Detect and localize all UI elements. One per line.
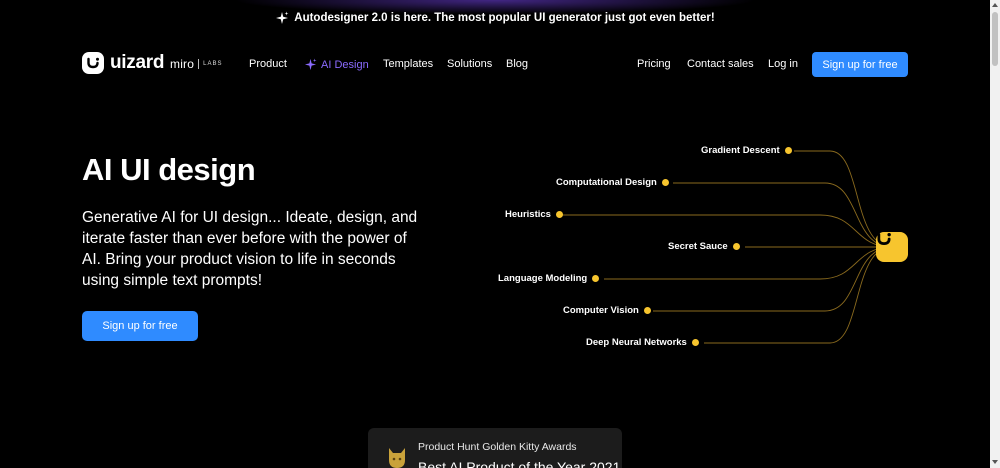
node-label: Computational Design: [556, 177, 657, 188]
diagram-node: Gradient Descent: [701, 145, 792, 156]
nav-signup-button[interactable]: Sign up for free: [812, 52, 908, 77]
partner-divider: [198, 59, 200, 69]
node-label: Heuristics: [505, 209, 551, 220]
partner-suffix: LABS: [203, 61, 223, 67]
nav-link-blog[interactable]: Blog: [506, 58, 528, 70]
uizard-hub-icon: [876, 232, 908, 262]
node-dot: [592, 275, 600, 282]
node-dot: [732, 243, 740, 250]
uizard-logo-icon: [82, 52, 104, 74]
announcement-bar[interactable]: Autodesigner 2.0 is here. The most popul…: [0, 0, 990, 36]
hero-signup-button[interactable]: Sign up for free: [82, 311, 198, 341]
connector-line: [604, 246, 893, 280]
ai-capabilities-diagram: Gradient Descent Computational Design He…: [480, 130, 930, 360]
partner-name: miro: [170, 57, 195, 71]
award-title: Product Hunt Golden Kitty Awards: [418, 441, 577, 453]
nav-link-templates[interactable]: Templates: [383, 58, 433, 70]
award-subtitle: Best AI Product of the Year 2021: [418, 459, 621, 468]
node-label: Gradient Descent: [701, 145, 780, 156]
nav-link-contact-sales[interactable]: Contact sales: [687, 58, 754, 70]
scroll-up-arrow-icon[interactable]: [992, 3, 998, 7]
node-dot: [555, 211, 563, 218]
node-label: Language Modeling: [498, 273, 588, 284]
page-scrollbar[interactable]: [990, 0, 1000, 468]
diagram-node: Computer Vision: [563, 305, 651, 316]
golden-kitty-trophy-icon: [389, 448, 405, 468]
hero-title: AI UI design: [82, 152, 256, 187]
sparkle-icon: [276, 11, 289, 24]
diagram-node: Deep Neural Networks: [586, 337, 699, 348]
diagram-node: Heuristics: [505, 209, 563, 220]
diagram-node: Computational Design: [556, 177, 669, 188]
sparkle-icon: [304, 58, 317, 71]
diagram-node: Secret Sauce: [668, 241, 740, 252]
node-dot: [643, 307, 651, 314]
scroll-down-arrow-icon[interactable]: [992, 460, 998, 464]
nav-link-log-in[interactable]: Log in: [768, 58, 798, 70]
top-nav: uizard miro LABS Product AI Design Templ…: [0, 50, 990, 78]
diagram-node: Language Modeling: [498, 273, 600, 284]
node-label: Secret Sauce: [668, 241, 728, 252]
announcement-text: Autodesigner 2.0 is here. The most popul…: [294, 12, 715, 24]
nav-link-pricing[interactable]: Pricing: [637, 58, 671, 70]
node-label: Deep Neural Networks: [586, 337, 687, 348]
uizard-logo[interactable]: uizard: [82, 52, 164, 74]
nav-link-ai-design[interactable]: AI Design: [304, 58, 369, 71]
award-card: Product Hunt Golden Kitty Awards Best AI…: [368, 428, 622, 468]
brand-name: uizard: [110, 52, 165, 73]
node-dot: [661, 179, 669, 186]
hero-description: Generative AI for UI design... Ideate, d…: [82, 209, 418, 289]
page: Autodesigner 2.0 is here. The most popul…: [0, 0, 990, 468]
miro-labs-badge: miro LABS: [170, 57, 222, 71]
nav-link-solutions[interactable]: Solutions: [447, 58, 492, 70]
connector-line: [704, 246, 893, 344]
node-label: Computer Vision: [563, 305, 639, 316]
scroll-thumb[interactable]: [992, 12, 998, 66]
node-dot: [691, 339, 699, 346]
node-dot: [784, 147, 792, 154]
nav-link-label: AI Design: [321, 58, 369, 71]
nav-link-product[interactable]: Product: [249, 58, 287, 70]
